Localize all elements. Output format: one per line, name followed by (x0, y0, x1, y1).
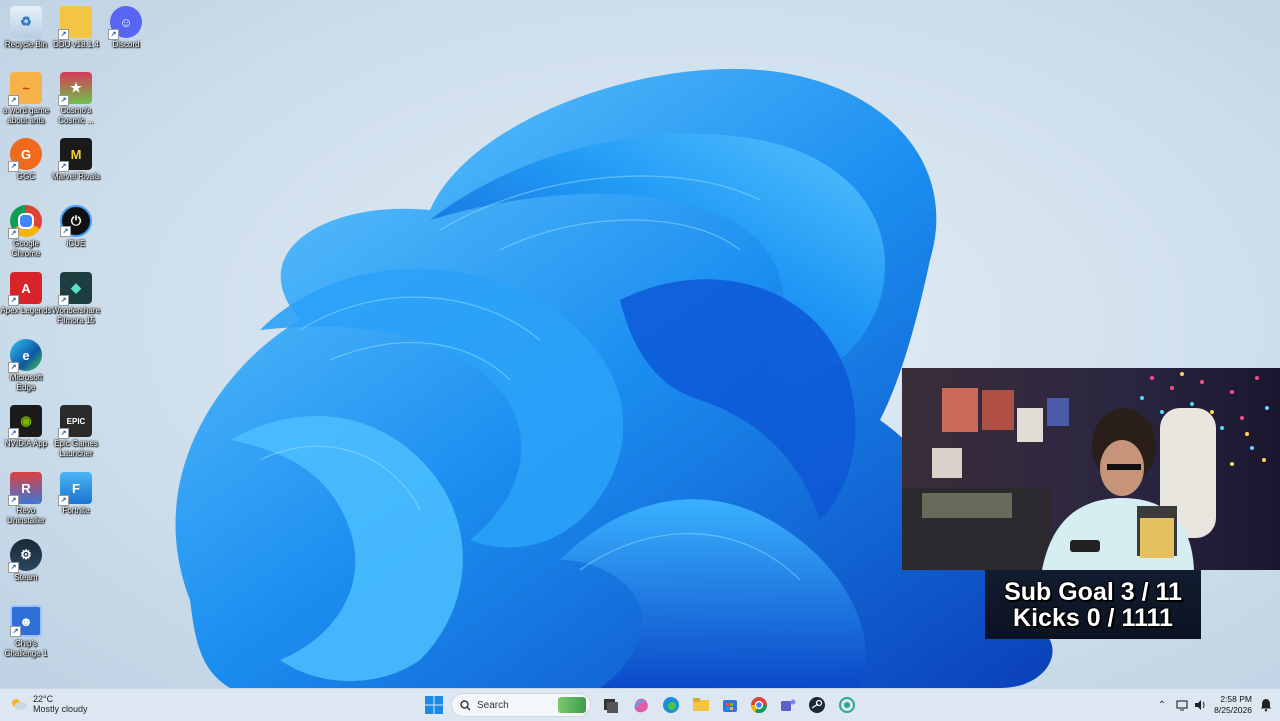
sub-goal-text: Sub Goal 3 / 11 (1004, 577, 1182, 606)
steam-icon (809, 697, 825, 713)
desktop-icon-label: iCUE (66, 239, 86, 248)
taskbar-app-extra[interactable] (836, 693, 858, 717)
taskbar-copilot[interactable] (630, 693, 652, 717)
taskbar-file-explorer[interactable] (690, 693, 712, 717)
search-placeholder: Search (477, 699, 509, 711)
settings-wheel-icon (839, 697, 855, 713)
desktop-icon-recycle-bin[interactable]: ♻ Recycle Bin (0, 6, 52, 50)
show-hidden-icons-chevron-icon[interactable]: ⌃ (1158, 700, 1166, 711)
desktop-icon-ggc[interactable]: G ↗ GGC (0, 138, 52, 182)
teams-icon (781, 699, 796, 711)
desktop-icon-ddu[interactable]: ↗ DDU v18.1.4 (50, 6, 102, 50)
taskbar-teams[interactable] (777, 693, 799, 717)
desktop-icon-label: Epic Games Launcher (54, 439, 98, 458)
desktop-icon-marvel-rivals[interactable]: M ↗ Marvel Rivals (50, 138, 102, 182)
desktop-icon-label: Cosmo's Cosmic ... (58, 106, 94, 125)
chips-challenge-icon: ☻ ↗ (10, 605, 42, 637)
desktop-icon-label: Marvel Rivals (51, 172, 100, 181)
stream-goal-overlay: Sub Goal 3 / 11 Kicks 0 / 1111 (985, 570, 1201, 639)
desktop-icon-epic-games[interactable]: EPIC ↗ Epic Games Launcher (50, 405, 102, 459)
start-button[interactable] (422, 693, 446, 717)
windows-start-icon (425, 696, 443, 714)
recycle-bin-icon: ♻ (10, 6, 42, 38)
desktop-icon-label: Wondershare Filmora 15 (52, 306, 100, 325)
desktop-icon-label: Chip's Challenge 1 (4, 639, 48, 658)
search-highlight-icon (558, 697, 586, 713)
desktop-icon-google-chrome[interactable]: ↗ Google Chrome (0, 205, 52, 259)
desktop-icon-label: Revo Uninstaller (7, 506, 45, 525)
desktop-icon-label: Discord (112, 40, 140, 49)
desktop-icon-icue[interactable]: ⏻ ↗ iCUE (50, 205, 102, 249)
word-game-icon: ~ ↗ (8, 72, 42, 106)
fortnite-icon: F ↗ (58, 472, 92, 506)
system-tray: ⌃ 2:58 PM 8/25/2026 (1158, 693, 1272, 717)
taskbar-clock[interactable]: 2:58 PM 8/25/2026 (1214, 694, 1252, 716)
icue-icon: ⏻ ↗ (60, 205, 92, 237)
taskbar-steam[interactable] (806, 693, 828, 717)
weather-desc: Mostly cloudy (33, 704, 88, 714)
cloud-sun-icon (12, 699, 27, 710)
network-icon[interactable] (1176, 699, 1190, 711)
steam-icon: ⚙ ↗ (8, 539, 42, 573)
desktop-icon-label: Google Chrome (11, 239, 41, 258)
taskbar-edge[interactable] (660, 693, 682, 717)
desktop-icon-label: Recycle Bin (4, 40, 48, 49)
clock-time: 2:58 PM (1220, 694, 1252, 704)
epic-games-icon: EPIC ↗ (58, 405, 92, 439)
filmora-icon: ◆ ↗ (58, 272, 92, 306)
desktop-icon-label: Apex Legends (0, 306, 52, 315)
desktop-icon-chips-challenge[interactable]: ☻ ↗ Chip's Challenge 1 (0, 605, 52, 659)
desktop-icon-microsoft-edge[interactable]: e ↗ Microsoft Edge (0, 339, 52, 393)
kicks-goal-text: Kicks 0 / 1111 (1013, 603, 1173, 632)
file-explorer-icon (693, 698, 709, 711)
search-icon (460, 699, 471, 710)
desktop-icon-word-game[interactable]: ~ ↗ a word game about ants (0, 72, 52, 126)
desktop-icon-label: Microsoft Edge (9, 373, 43, 392)
discord-icon: ☺ ↗ (108, 6, 142, 40)
desktop-icon-label: NVIDIA App (4, 439, 48, 448)
desktop-icon-steam[interactable]: ⚙ ↗ Steam (0, 539, 52, 583)
desktop-icon-cosmos-cosmic[interactable]: ★ ↗ Cosmo's Cosmic ... (50, 72, 102, 126)
edge-icon (663, 697, 679, 713)
chrome-icon: ↗ (8, 205, 42, 239)
taskbar: 22°C Mostly cloudy Search ⌃ 2:58 PM 8/25… (0, 688, 1280, 721)
clock-date: 8/25/2026 (1214, 705, 1252, 715)
chrome-icon (750, 697, 768, 714)
weather-temp: 22°C (33, 694, 54, 704)
marvel-rivals-icon: M ↗ (58, 138, 92, 172)
desktop-icon-label: GGC (16, 172, 36, 181)
webcam-scene (902, 368, 1280, 570)
copilot-icon (634, 698, 648, 713)
desktop-icon-nvidia-app[interactable]: ◉ ↗ NVIDIA App (0, 405, 52, 449)
store-icon (723, 700, 737, 712)
desktop-icon-label: a word game about ants (2, 106, 50, 125)
weather-widget[interactable]: 22°C Mostly cloudy (10, 694, 88, 714)
desktop-icon-label: DDU v18.1.4 (53, 40, 99, 49)
webcam-overlay (902, 368, 1280, 570)
taskbar-task-view[interactable] (600, 693, 622, 717)
desktop-icon-apex-legends[interactable]: A ↗ Apex Legends (0, 272, 52, 316)
taskbar-search[interactable]: Search (451, 693, 591, 717)
cosmos-cosmic-icon: ★ ↗ (58, 72, 92, 106)
taskbar-chrome[interactable] (748, 693, 770, 717)
edge-icon: e ↗ (8, 339, 42, 373)
desktop-icon-discord[interactable]: ☺ ↗ Discord (100, 6, 152, 50)
taskbar-store[interactable] (719, 693, 741, 717)
volume-icon[interactable] (1194, 699, 1206, 711)
apex-legends-icon: A ↗ (8, 272, 42, 306)
folder-icon: ↗ (58, 6, 92, 40)
desktop-icon-label: Fortnite (62, 506, 90, 515)
desktop-icon-filmora[interactable]: ◆ ↗ Wondershare Filmora 15 (50, 272, 102, 326)
desktop-icon-revo-uninstaller[interactable]: R ↗ Revo Uninstaller (0, 472, 52, 526)
ggc-icon: G ↗ (8, 138, 42, 172)
desktop-icon-fortnite[interactable]: F ↗ Fortnite (50, 472, 102, 516)
nvidia-icon: ◉ ↗ (8, 405, 42, 439)
notification-bell-icon[interactable] (1260, 698, 1272, 712)
revo-uninstaller-icon: R ↗ (8, 472, 42, 506)
desktop-icon-label: Steam (14, 573, 38, 582)
task-view-icon (604, 699, 618, 713)
